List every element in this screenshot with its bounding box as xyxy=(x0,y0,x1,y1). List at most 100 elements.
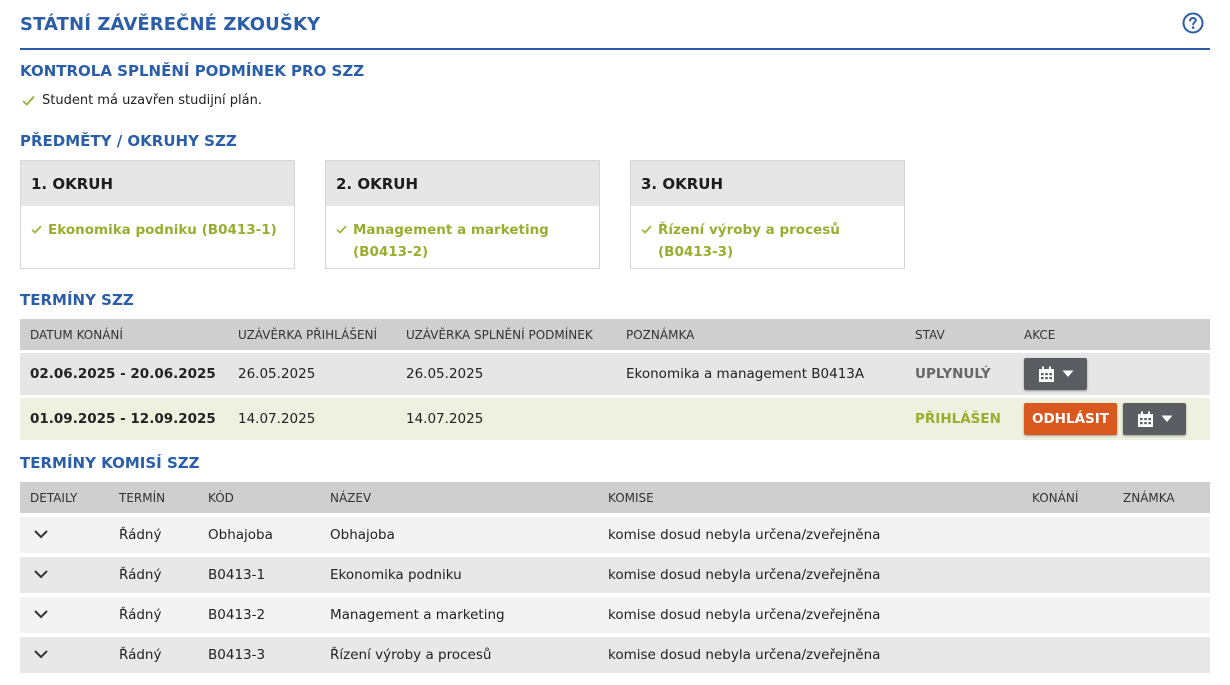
kod-cell: B0413-3 xyxy=(198,637,320,673)
termin-cell: Řádný xyxy=(109,597,198,633)
column-header: NÁZEV xyxy=(320,482,598,513)
caret-down-icon xyxy=(1161,415,1172,422)
terms-table: DATUM KONÁNÍ UZÁVĚRKA PŘIHLÁŠENÍ UZÁVĚRK… xyxy=(20,319,1210,440)
chevron-down-icon xyxy=(34,530,48,539)
znamka-cell xyxy=(1113,517,1210,553)
okruh-header: 3. OKRUH xyxy=(631,161,904,206)
column-header: AKCE xyxy=(1014,319,1210,350)
registration-deadline: 26.05.2025 xyxy=(228,353,396,395)
column-header: DETAILY xyxy=(20,482,109,513)
term-date: 02.06.2025 - 20.06.2025 xyxy=(20,353,228,395)
kod-cell: B0413-2 xyxy=(198,597,320,633)
komise-cell: komise dosud nebyla určena/zveřejněna xyxy=(598,517,1022,553)
termin-cell: Řádný xyxy=(109,557,198,593)
komise-table: DETAILY TERMÍN KÓD NÁZEV KOMISE KONÁNÍ Z… xyxy=(20,482,1210,673)
terms-header-row: DATUM KONÁNÍ UZÁVĚRKA PŘIHLÁŠENÍ UZÁVĚRK… xyxy=(20,319,1210,350)
column-header: STAV xyxy=(905,319,1014,350)
conditions-title: KONTROLA SPLNĚNÍ PODMÍNEK PRO SZZ xyxy=(20,62,365,80)
expand-details-button[interactable] xyxy=(20,637,109,673)
okruh-card-1: 1. OKRUH Ekonomika podniku (B0413-1) xyxy=(20,160,295,269)
column-header: ZNÁMKA xyxy=(1113,482,1210,513)
chevron-down-icon xyxy=(34,610,48,619)
szz-page: STÁTNÍ ZÁVĚREČNÉ ZKOUŠKY KONTROLA SPLNĚN… xyxy=(0,0,1230,685)
termin-cell: Řádný xyxy=(109,637,198,673)
okruh-subject-label: Řízení výroby a procesů (B0413-3) xyxy=(658,222,840,260)
table-row: 02.06.2025 - 20.06.2025 26.05.2025 26.05… xyxy=(20,353,1210,395)
znamka-cell xyxy=(1113,637,1210,673)
column-header: KOMISE xyxy=(598,482,1022,513)
column-header: UZÁVĚRKA SPLNĚNÍ PODMÍNEK xyxy=(396,319,616,350)
okruh-subject: Řízení výroby a procesů (B0413-3) xyxy=(631,206,904,263)
komise-cell: komise dosud nebyla určena/zveřejněna xyxy=(598,637,1022,673)
komise-title: TERMÍNY KOMISÍ SZZ xyxy=(20,454,200,472)
actions-cell: ODHLÁSIT xyxy=(1014,398,1210,440)
nazev-cell: Obhajoba xyxy=(320,517,598,553)
column-header: POZNÁMKA xyxy=(616,319,905,350)
column-header: KONÁNÍ xyxy=(1022,482,1113,513)
term-date: 01.09.2025 - 12.09.2025 xyxy=(20,398,228,440)
terms-title: TERMÍNY SZZ xyxy=(20,291,134,309)
actions-cell xyxy=(1014,353,1210,395)
check-icon xyxy=(31,225,42,234)
okruh-card-2: 2. OKRUH Management a marketing (B0413-2… xyxy=(325,160,600,269)
konani-cell xyxy=(1022,517,1113,553)
expand-details-button[interactable] xyxy=(20,517,109,553)
conditions-deadline: 26.05.2025 xyxy=(396,353,616,395)
nazev-cell: Řízení výroby a procesů xyxy=(320,637,598,673)
table-row: 01.09.2025 - 12.09.2025 14.07.2025 14.07… xyxy=(20,398,1210,440)
okruh-header: 2. OKRUH xyxy=(326,161,599,206)
okruh-card-3: 3. OKRUH Řízení výroby a procesů (B0413-… xyxy=(630,160,905,269)
calendar-icon xyxy=(1137,411,1153,427)
term-note xyxy=(616,398,905,440)
calendar-dropdown-button[interactable] xyxy=(1123,403,1186,435)
question-circle-icon[interactable] xyxy=(1182,12,1204,34)
okruh-subject-label: Management a marketing (B0413-2) xyxy=(353,222,549,260)
nazev-cell: Management a marketing xyxy=(320,597,598,633)
status-badge: UPLYNULÝ xyxy=(905,353,1014,395)
table-row: Řádný B0413-1 Ekonomika podniku komise d… xyxy=(20,557,1210,593)
table-row: Řádný B0413-2 Management a marketing kom… xyxy=(20,597,1210,633)
unregister-button[interactable]: ODHLÁSIT xyxy=(1024,403,1117,435)
column-header: UZÁVĚRKA PŘIHLÁŠENÍ xyxy=(228,319,396,350)
chevron-down-icon xyxy=(34,570,48,579)
conditions-deadline: 14.07.2025 xyxy=(396,398,616,440)
condition-item: Student má uzavřen studijní plán. xyxy=(22,93,262,108)
znamka-cell xyxy=(1113,557,1210,593)
registration-deadline: 14.07.2025 xyxy=(228,398,396,440)
subjects-title: PŘEDMĚTY / OKRUHY SZZ xyxy=(20,132,237,150)
page-header: STÁTNÍ ZÁVĚREČNÉ ZKOUŠKY xyxy=(20,8,1210,50)
komise-cell: komise dosud nebyla určena/zveřejněna xyxy=(598,597,1022,633)
okruh-subject: Management a marketing (B0413-2) xyxy=(326,206,599,263)
chevron-down-icon xyxy=(34,650,48,659)
check-icon xyxy=(22,95,35,106)
calendar-icon xyxy=(1038,366,1054,382)
expand-details-button[interactable] xyxy=(20,557,109,593)
page-title: STÁTNÍ ZÁVĚREČNÉ ZKOUŠKY xyxy=(20,14,321,35)
calendar-dropdown-button[interactable] xyxy=(1024,358,1087,390)
expand-details-button[interactable] xyxy=(20,597,109,633)
column-header: DATUM KONÁNÍ xyxy=(20,319,228,350)
check-icon xyxy=(336,225,347,234)
komise-header-row: DETAILY TERMÍN KÓD NÁZEV KOMISE KONÁNÍ Z… xyxy=(20,482,1210,513)
okruh-header: 1. OKRUH xyxy=(21,161,294,206)
status-badge: PŘIHLÁŠEN xyxy=(905,398,1014,440)
komise-cell: komise dosud nebyla určena/zveřejněna xyxy=(598,557,1022,593)
kod-cell: B0413-1 xyxy=(198,557,320,593)
konani-cell xyxy=(1022,637,1113,673)
okruh-subject-label: Ekonomika podniku (B0413-1) xyxy=(48,222,277,238)
column-header: TERMÍN xyxy=(109,482,198,513)
znamka-cell xyxy=(1113,597,1210,633)
konani-cell xyxy=(1022,597,1113,633)
check-icon xyxy=(641,225,652,234)
table-row: Řádný Obhajoba Obhajoba komise dosud neb… xyxy=(20,517,1210,553)
konani-cell xyxy=(1022,557,1113,593)
caret-down-icon xyxy=(1062,370,1073,377)
column-header: KÓD xyxy=(198,482,320,513)
condition-text: Student má uzavřen studijní plán. xyxy=(42,93,262,108)
kod-cell: Obhajoba xyxy=(198,517,320,553)
nazev-cell: Ekonomika podniku xyxy=(320,557,598,593)
okruh-subject: Ekonomika podniku (B0413-1) xyxy=(21,206,294,241)
termin-cell: Řádný xyxy=(109,517,198,553)
table-row: Řádný B0413-3 Řízení výroby a procesů ko… xyxy=(20,637,1210,673)
term-note: Ekonomika a management B0413A xyxy=(616,353,905,395)
